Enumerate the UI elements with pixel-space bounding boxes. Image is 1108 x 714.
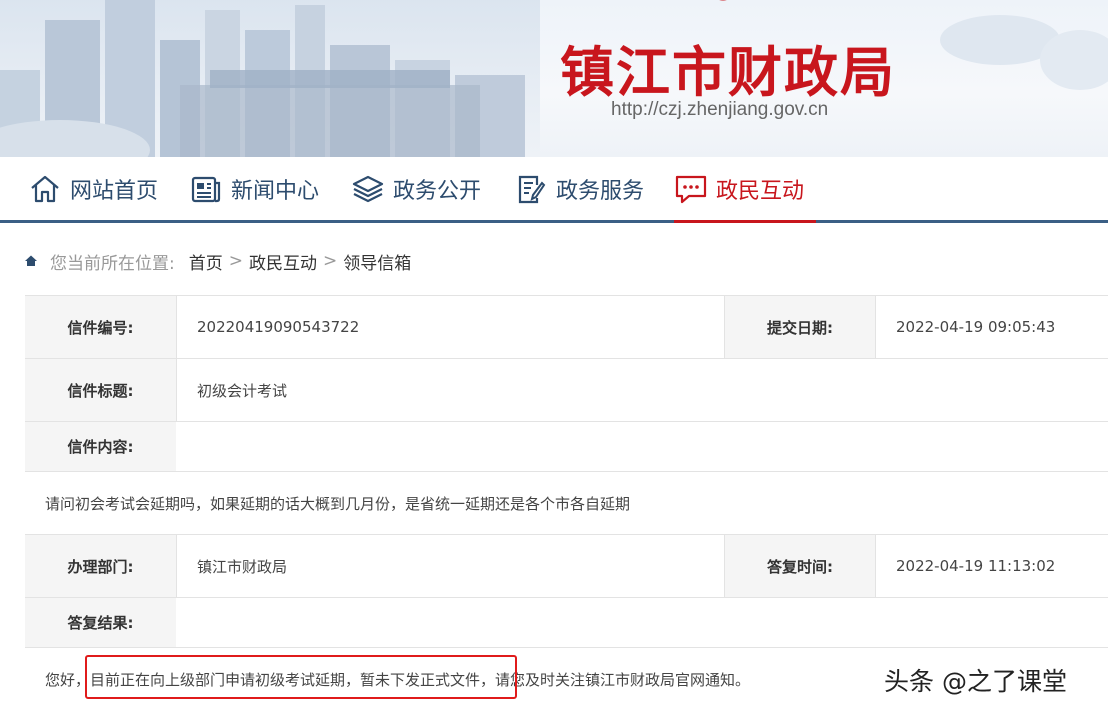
- national-emblem-icon: [720, 0, 726, 1]
- breadcrumb-link-interaction[interactable]: 政民互动: [249, 249, 317, 274]
- site-banner: 镇江市财政局 http://czj.zhenjiang.gov.cn: [0, 0, 1108, 157]
- reply-time-label: 答复时间:: [724, 535, 875, 597]
- table-row: 办理部门: 镇江市财政局 答复时间: 2022-04-19 11:13:02: [25, 535, 1108, 598]
- chat-bubble-icon: [674, 172, 708, 206]
- table-row: 信件编号: 20220419090543722 提交日期: 2022-04-19…: [25, 296, 1108, 359]
- nav-item-label: 政务服务: [556, 178, 645, 204]
- letter-number-label: 信件编号:: [25, 296, 176, 358]
- breadcrumb: 您当前所在位置: 首页 > 政民互动 > 领导信箱: [24, 249, 411, 274]
- nav-item-label: 政务公开: [393, 178, 482, 204]
- letter-title-label: 信件标题:: [25, 359, 176, 421]
- home-icon: [28, 172, 62, 206]
- breadcrumb-prefix: 您当前所在位置:: [50, 253, 175, 274]
- submit-date-value: 2022-04-19 09:05:43: [875, 296, 1108, 358]
- breadcrumb-home-icon: [25, 255, 37, 266]
- layers-icon: [351, 172, 385, 206]
- main-nav: 网站首页 新闻中心 政务公开 政务服务 政民互动: [0, 157, 1108, 223]
- breadcrumb-link-mailbox[interactable]: 领导信箱: [343, 249, 411, 274]
- breadcrumb-separator: >: [322, 251, 338, 271]
- nav-item-gov-affairs[interactable]: 政务公开: [351, 157, 481, 220]
- dept-label: 办理部门:: [25, 535, 176, 597]
- site-url: http://czj.zhenjiang.gov.cn: [611, 99, 829, 120]
- submit-date-label: 提交日期:: [724, 296, 875, 358]
- table-row: 答复结果:: [25, 598, 1108, 648]
- breadcrumb-separator: >: [228, 251, 243, 271]
- reply-greeting: 您好，: [45, 671, 91, 689]
- nav-item-news[interactable]: 新闻中心: [189, 157, 319, 220]
- letter-number-value: 20220419090543722: [176, 296, 724, 358]
- nav-item-label: 网站首页: [70, 178, 159, 204]
- letter-content-value: 请问初会考试会延期吗，如果延期的话大概到几月份，是省统一延期还是各个市各自延期: [45, 494, 631, 513]
- breadcrumb-link-home[interactable]: 首页: [189, 249, 223, 274]
- document-edit-icon: [514, 172, 548, 206]
- letter-content-label: 信件内容:: [25, 422, 176, 471]
- reply-closing: 请您及时关注镇江市财政局官网通知。: [495, 671, 751, 689]
- site-title: 镇江市财政局: [560, 41, 896, 104]
- table-row: 信件标题: 初级会计考试: [25, 359, 1108, 422]
- newspaper-icon: [189, 172, 223, 206]
- nav-item-services[interactable]: 政务服务: [514, 157, 644, 220]
- table-row: 请问初会考试会延期吗，如果延期的话大概到几月份，是省统一延期还是各个市各自延期: [25, 472, 1108, 535]
- nav-item-label: 新闻中心: [231, 178, 320, 204]
- letter-title-value: 初级会计考试: [176, 359, 1108, 421]
- nav-item-interaction[interactable]: 政民互动: [674, 157, 817, 223]
- city-skyline-image: [0, 0, 1108, 157]
- reply-time-value: 2022-04-19 11:13:02: [875, 535, 1108, 597]
- letter-detail-table: 信件编号: 20220419090543722 提交日期: 2022-04-19…: [25, 295, 1108, 711]
- dept-value: 镇江市财政局: [176, 535, 724, 597]
- highlight-box: [85, 655, 517, 699]
- nav-item-label: 政民互动: [716, 178, 805, 204]
- reply-result-label: 答复结果:: [25, 598, 176, 647]
- watermark: 头条 @之了课堂: [884, 667, 1067, 696]
- nav-item-home[interactable]: 网站首页: [28, 157, 158, 220]
- table-row: 信件内容:: [25, 422, 1108, 472]
